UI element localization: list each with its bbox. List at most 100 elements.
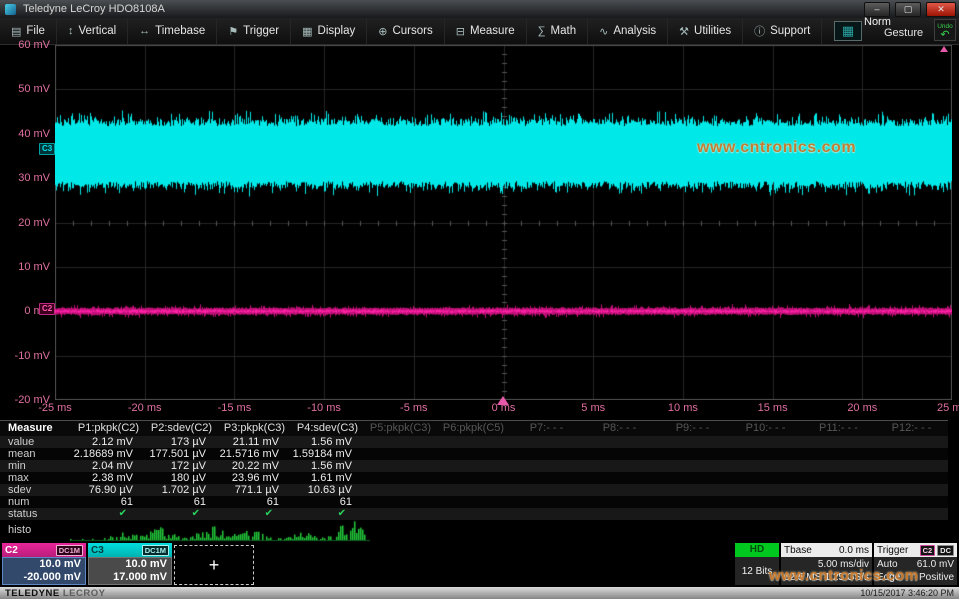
menu-item-cursors[interactable]: ⊕ Cursors	[367, 18, 444, 44]
menu-item-label: Analysis	[613, 25, 656, 37]
measure-cell	[364, 508, 437, 520]
timebase-scale: 5.00 ms/div	[818, 558, 869, 571]
title-bar: Teledyne LeCroy HDO8108A – ▢ ✕	[0, 0, 959, 18]
measure-row-num: num61616161	[0, 496, 948, 508]
menu-item-label: Support	[770, 25, 810, 37]
measure-icon: ⊟	[456, 25, 465, 38]
x-axis-tick: 15 ms	[741, 402, 805, 414]
measure-cell: 177.501 µV	[145, 448, 218, 460]
minimize-button[interactable]: –	[864, 2, 890, 17]
measure-cell	[583, 508, 656, 520]
y-axis-tick: 40 mV	[0, 128, 50, 140]
measure-cell: 2.12 mV	[72, 436, 145, 448]
gesture-label[interactable]: Gesture	[884, 27, 923, 39]
measure-cell	[510, 460, 583, 472]
measure-cell	[364, 448, 437, 460]
measure-cell	[510, 496, 583, 508]
trigger-time-marker[interactable]	[497, 396, 509, 405]
trigger-icon: ⚑	[228, 25, 238, 38]
channel-box-c2[interactable]: C2DC1M10.0 mV-20.000 mV	[2, 543, 86, 585]
measure-column-header[interactable]: P4:sdev(C3)	[291, 421, 364, 436]
menu-item-trigger[interactable]: ⚑Trigger	[217, 18, 291, 44]
measure-column-header[interactable]: P2:sdev(C2)	[145, 421, 218, 436]
measure-cell	[656, 508, 729, 520]
menu-item-measure[interactable]: ⊟ Measure	[445, 18, 527, 44]
menu-item-label: Measure	[470, 25, 515, 37]
measure-column-header[interactable]: P3:pkpk(C3)	[218, 421, 291, 436]
menu-item-math[interactable]: ∑Math	[527, 18, 588, 44]
trigger-mode: Auto	[877, 558, 898, 571]
timebase-box[interactable]: Tbase 0.0 ms 5.00 ms/div 62.5 MS 1.25 GS…	[781, 543, 872, 585]
c3-trace-tag[interactable]: C3	[39, 143, 55, 155]
y-axis-tick: 30 mV	[0, 172, 50, 184]
measure-cell: 61	[72, 496, 145, 508]
undo-arrow-icon: ↶	[935, 30, 955, 40]
measure-column-header[interactable]: P7:- - -	[510, 421, 583, 436]
c2-trace-tag[interactable]: C2	[39, 303, 55, 315]
y-axis-tick: 10 mV	[0, 261, 50, 273]
menu-item-label: Timebase	[155, 25, 205, 37]
measure-cell	[802, 484, 875, 496]
waveform-grid[interactable]	[55, 45, 952, 400]
measure-cell	[875, 496, 948, 508]
channel-box-c3[interactable]: C3DC1M10.0 mV17.000 mV	[88, 543, 172, 585]
hd-mode-label: HD	[735, 543, 779, 557]
maximize-button[interactable]: ▢	[895, 2, 921, 17]
x-axis-tick: 25 ms	[920, 402, 959, 414]
x-axis-tick: -5 ms	[382, 402, 446, 414]
measure-column-header[interactable]: P12:- - -	[875, 421, 948, 436]
timebase-samples: 62.5 MS	[784, 571, 821, 584]
measure-cell	[729, 460, 802, 472]
trigger-level-marker	[940, 46, 948, 52]
measure-cell	[437, 496, 510, 508]
measure-column-header[interactable]: P8:- - -	[583, 421, 656, 436]
measure-column-header[interactable]: P10:- - -	[729, 421, 802, 436]
menu-item-support[interactable]: ⓘSupport	[743, 18, 822, 44]
grid-display-button[interactable]: ▦	[834, 21, 862, 41]
measure-cell: 1.702 µV	[145, 484, 218, 496]
measure-column-header[interactable]: P5:pkpk(C3)	[364, 421, 437, 436]
measure-table: MeasureP1:pkpk(C2)P2:sdev(C2)P3:pkpk(C3)…	[0, 420, 948, 520]
channel-header: C3DC1M	[88, 543, 172, 557]
close-button[interactable]: ✕	[926, 2, 956, 17]
channel-id-label: C2	[5, 545, 18, 556]
measure-column-header[interactable]: P1:pkpk(C2)	[72, 421, 145, 436]
measure-cell	[510, 484, 583, 496]
measure-cell	[437, 472, 510, 484]
x-axis-tick: 5 ms	[561, 402, 625, 414]
app-icon	[5, 4, 16, 15]
status-bar: TELEDYNE LECROY 10/15/2017 3:46:20 PM	[0, 587, 959, 599]
hd-mode-box[interactable]: HD 12 Bits	[735, 543, 779, 585]
measure-cell	[437, 460, 510, 472]
measure-row-label: max	[0, 472, 72, 484]
trigger-box[interactable]: Trigger C2 DC Auto 61.0 mV Edge Positive	[874, 543, 957, 585]
measure-cell: 21.5716 mV	[218, 448, 291, 460]
menu-item-display[interactable]: ▦Display	[291, 18, 367, 44]
measure-cell	[875, 436, 948, 448]
measure-cell: 76.90 µV	[72, 484, 145, 496]
measure-cell	[656, 484, 729, 496]
measure-cell	[729, 436, 802, 448]
channel-vdiv: 10.0 mV	[39, 558, 81, 571]
trigger-source-badge: C2	[920, 545, 936, 556]
measure-row-sdev: sdev76.90 µV1.702 µV771.1 µV10.63 µV	[0, 484, 948, 496]
measure-column-header[interactable]: P9:- - -	[656, 421, 729, 436]
measure-cell	[364, 484, 437, 496]
menu-item-utilities[interactable]: ⚒Utilities	[668, 18, 743, 44]
measure-column-header[interactable]: P11:- - -	[802, 421, 875, 436]
menu-item-label: Cursors	[392, 25, 432, 37]
measure-cell	[364, 496, 437, 508]
menu-item-timebase[interactable]: ↔Timebase	[128, 18, 217, 44]
channel-values: 10.0 mV17.000 mV	[88, 557, 172, 585]
menu-item-vertical[interactable]: ↕Vertical	[57, 18, 128, 44]
y-axis-tick: 20 mV	[0, 217, 50, 229]
cursors-icon: ⊕	[378, 25, 387, 38]
measure-cell: 10.63 µV	[291, 484, 364, 496]
menu-item-analysis[interactable]: ∿Analysis	[588, 18, 668, 44]
add-trace-button[interactable]: +	[174, 545, 254, 585]
measure-histogram	[70, 518, 370, 542]
measure-column-header[interactable]: P6:pkpk(C5)	[437, 421, 510, 436]
measure-cell: 1.61 mV	[291, 472, 364, 484]
undo-button[interactable]: Undo ↶	[934, 19, 956, 41]
measure-cell	[802, 460, 875, 472]
